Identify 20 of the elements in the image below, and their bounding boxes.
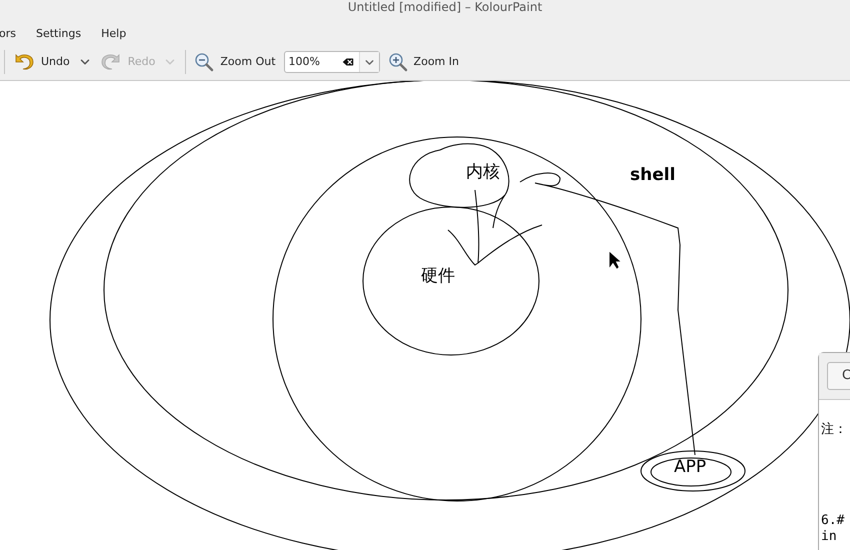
dialog-button[interactable]: C	[827, 362, 850, 390]
canvas-label: shell	[630, 167, 676, 184]
toolbar-button[interactable]: Zoom In	[384, 48, 463, 76]
toolbar-button[interactable]: Undo	[9, 48, 74, 76]
zoom-value: 100%	[288, 54, 321, 70]
dialog-text: 注：	[821, 423, 848, 436]
canvas-label: APP	[674, 459, 706, 476]
menu-item[interactable]: Help	[101, 26, 126, 42]
redo-arrow-icon	[100, 52, 122, 72]
toolbar-button[interactable]: Zoom Out	[190, 48, 280, 76]
window-title: Untitled [modified] – KolourPaint	[348, 0, 542, 14]
undo-arrow-icon	[13, 52, 35, 72]
dialog-text: in	[821, 529, 838, 545]
zoom-in-icon	[388, 52, 408, 72]
menu-item[interactable]: Settings	[36, 26, 82, 42]
zoom-out-icon	[194, 52, 214, 72]
dialog-text: 6.#	[821, 513, 846, 529]
canvas-label: 硬件	[421, 268, 455, 285]
zoom-combo-box[interactable]: 100%	[284, 51, 380, 73]
canvas-label: 内核	[466, 164, 500, 181]
